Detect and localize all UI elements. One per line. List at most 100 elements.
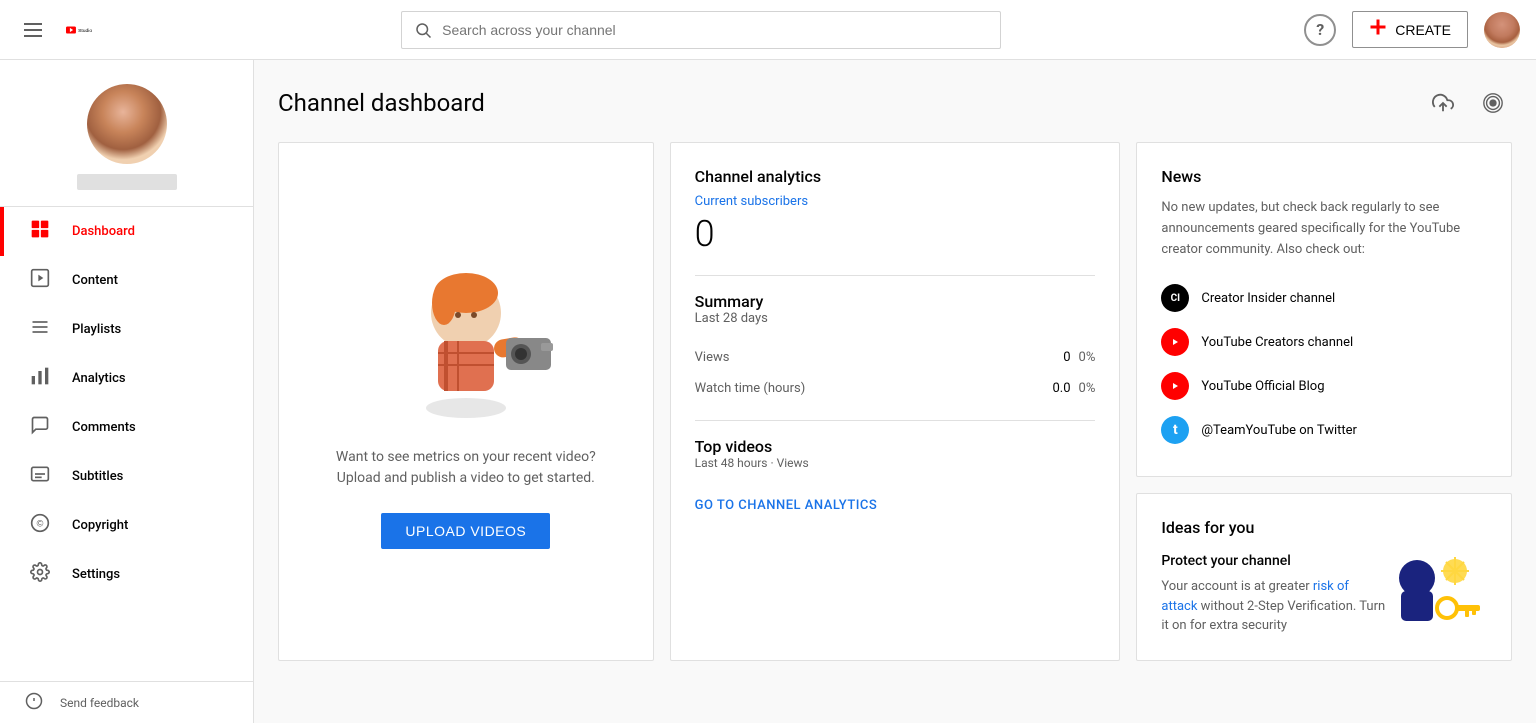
creator-insider-name: Creator Insider channel [1201, 291, 1335, 306]
upload-videos-button[interactable]: UPLOAD VIDEOS [381, 513, 550, 549]
send-feedback-label: Send feedback [60, 696, 139, 710]
summary-title: Summary [695, 292, 1096, 311]
analytics-card-title: Channel analytics [695, 167, 1096, 186]
analytics-icon [28, 366, 52, 391]
channel-item-yt-creators[interactable]: YouTube Creators channel [1161, 320, 1487, 364]
upload-icon [1432, 92, 1454, 114]
watchtime-label: Watch time (hours) [695, 381, 806, 396]
upload-illustration [366, 253, 566, 423]
main-layout: Dashboard Content Playlists Analytics [0, 60, 1536, 723]
ideas-title: Ideas for you [1161, 518, 1487, 537]
protect-title: Protect your channel [1161, 553, 1387, 569]
feedback-icon [24, 692, 44, 713]
search-icon [414, 21, 432, 39]
svg-text:Studio: Studio [78, 27, 92, 33]
views-value: 0 0% [1063, 350, 1095, 365]
header-left: Studio [16, 15, 98, 45]
sidebar-subtitles-label: Subtitles [72, 469, 123, 484]
right-column: News No new updates, but check back regu… [1136, 142, 1512, 661]
news-description: No new updates, but check back regularly… [1161, 198, 1487, 260]
content-icon [28, 268, 52, 293]
news-title: News [1161, 167, 1487, 186]
current-subscribers-label: Current subscribers [695, 194, 1096, 209]
logo[interactable]: Studio [66, 19, 98, 41]
divider-1 [695, 275, 1096, 276]
upload-icon-btn[interactable] [1424, 84, 1462, 122]
sidebar-item-subtitles[interactable]: Subtitles [0, 452, 253, 501]
dashboard-grid: Want to see metrics on your recent video… [278, 142, 1512, 661]
sidebar-item-content[interactable]: Content [0, 256, 253, 305]
header: Studio ? CREATE [0, 0, 1536, 60]
avatar[interactable] [1484, 12, 1520, 48]
search-bar [401, 11, 1001, 49]
page-title: Channel dashboard [278, 89, 485, 117]
help-icon[interactable]: ? [1304, 14, 1336, 46]
sidebar-profile [0, 60, 253, 206]
live-icon [1482, 92, 1504, 114]
summary-period: Last 28 days [695, 311, 1096, 326]
menu-icon[interactable] [16, 15, 50, 45]
sidebar-playlists-label: Playlists [72, 322, 121, 337]
upload-empty-text: Want to see metrics on your recent video… [336, 447, 596, 489]
yt-creators-icon [1161, 328, 1189, 356]
page-header: Channel dashboard [278, 84, 1512, 122]
live-icon-btn[interactable] [1474, 84, 1512, 122]
comments-icon [28, 415, 52, 440]
views-num: 0 [1063, 350, 1070, 365]
sidebar-avatar[interactable] [87, 84, 167, 164]
sidebar: Dashboard Content Playlists Analytics [0, 60, 254, 723]
playlists-icon [28, 317, 52, 342]
security-illustration [1387, 553, 1487, 633]
channel-item-creator-insider[interactable]: CI Creator Insider channel [1161, 276, 1487, 320]
sidebar-item-copyright[interactable]: © Copyright [0, 501, 253, 550]
watchtime-metric-row: Watch time (hours) 0.0 0% [695, 373, 1096, 404]
sidebar-item-analytics[interactable]: Analytics [0, 354, 253, 403]
content-area: Channel dashboard [254, 60, 1536, 723]
sidebar-dashboard-label: Dashboard [72, 224, 135, 239]
sidebar-item-dashboard[interactable]: Dashboard [0, 207, 253, 256]
yt-blog-icon [1161, 372, 1189, 400]
go-to-channel-analytics-link[interactable]: GO TO CHANNEL ANALYTICS [695, 498, 878, 513]
subscribers-count: 0 [695, 213, 1096, 255]
sidebar-item-playlists[interactable]: Playlists [0, 305, 253, 354]
sidebar-settings-label: Settings [72, 567, 120, 582]
create-label: CREATE [1395, 22, 1451, 38]
ideas-card-inner: Protect your channel Your account is at … [1161, 553, 1487, 636]
youtube-studio-logo-icon: Studio [66, 19, 98, 41]
watchtime-num: 0.0 [1053, 381, 1071, 396]
create-plus-icon [1369, 18, 1387, 41]
sidebar-item-comments[interactable]: Comments [0, 403, 253, 452]
news-card: News No new updates, but check back regu… [1136, 142, 1512, 477]
svg-text:©: © [37, 518, 44, 528]
twitter-icon: t [1161, 416, 1189, 444]
top-videos-title: Top videos [695, 437, 1096, 456]
views-pct: 0% [1079, 350, 1096, 365]
sidebar-copyright-label: Copyright [72, 518, 128, 533]
create-button[interactable]: CREATE [1352, 11, 1468, 48]
channel-item-yt-blog[interactable]: YouTube Official Blog [1161, 364, 1487, 408]
watchtime-pct: 0% [1079, 381, 1096, 396]
views-label: Views [695, 350, 730, 365]
settings-icon [28, 562, 52, 587]
sidebar-analytics-label: Analytics [72, 371, 126, 386]
risk-link[interactable]: risk of attack [1161, 579, 1349, 614]
sidebar-item-settings[interactable]: Settings [0, 550, 253, 599]
sidebar-comments-label: Comments [72, 420, 136, 435]
protect-text: Your account is at greater risk of attac… [1161, 577, 1387, 636]
channel-item-twitter[interactable]: t @TeamYouTube on Twitter [1161, 408, 1487, 452]
sidebar-bottom: Send feedback [0, 681, 253, 723]
watchtime-value: 0.0 0% [1053, 381, 1096, 396]
creator-insider-icon: CI [1161, 284, 1189, 312]
copyright-icon: © [28, 513, 52, 538]
search-input[interactable] [442, 22, 988, 38]
yt-blog-name: YouTube Official Blog [1201, 379, 1324, 394]
sidebar-item-send-feedback[interactable]: Send feedback [0, 682, 253, 723]
top-videos-sub: Last 48 hours · Views [695, 456, 1096, 470]
dashboard-icon [28, 219, 52, 244]
divider-2 [695, 420, 1096, 421]
twitter-name: @TeamYouTube on Twitter [1201, 423, 1357, 438]
analytics-card: Channel analytics Current subscribers 0 … [670, 142, 1121, 661]
sidebar-username [77, 174, 177, 190]
protect-channel-content: Protect your channel Your account is at … [1161, 553, 1387, 636]
sidebar-content-label: Content [72, 273, 118, 288]
